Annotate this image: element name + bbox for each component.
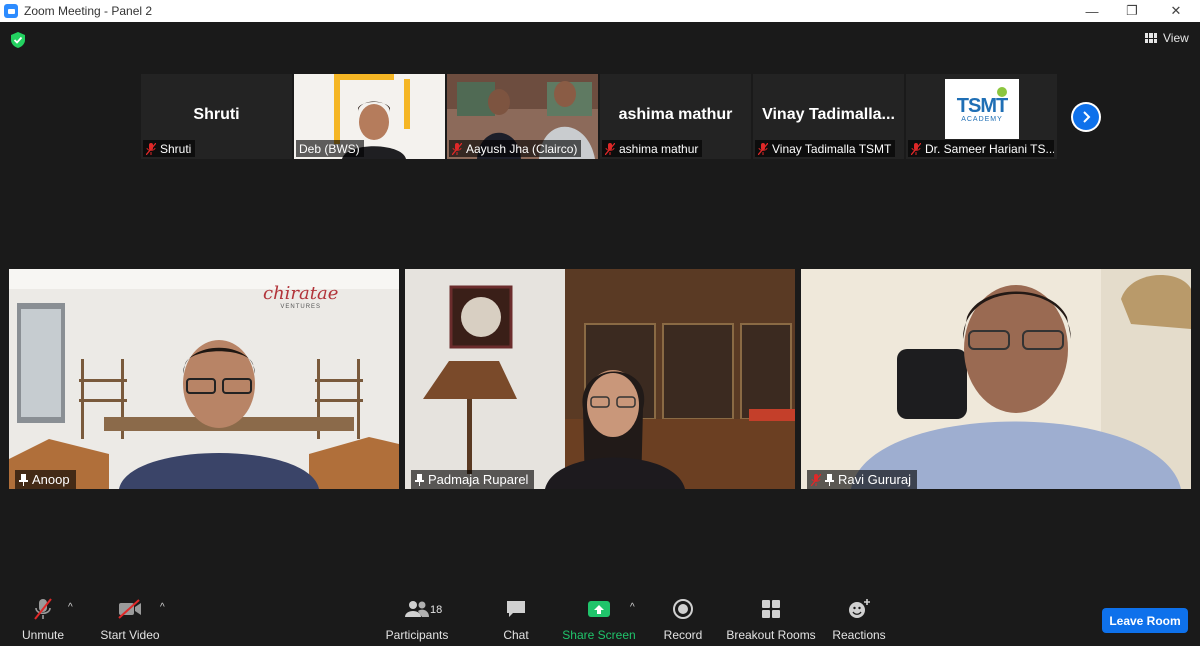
leave-room-button[interactable]: Leave Room <box>1102 608 1188 633</box>
video-feed <box>9 269 399 489</box>
participant-tile-shruti[interactable]: Shruti Shruti <box>141 74 292 159</box>
participant-name: Deb (BWS) <box>299 141 360 156</box>
next-page-button[interactable] <box>1071 102 1101 132</box>
mic-muted-icon <box>452 142 462 155</box>
mic-off-icon <box>34 598 52 620</box>
chat-button[interactable]: Chat <box>496 594 536 646</box>
reactions-label: Reactions <box>832 628 886 642</box>
brand-subtext: VENTURES <box>280 304 322 310</box>
video-feed <box>405 269 795 489</box>
start-video-button[interactable]: Start Video <box>98 594 162 646</box>
breakout-rooms-label: Breakout Rooms <box>726 628 816 642</box>
unmute-label: Unmute <box>21 628 65 642</box>
mic-muted-icon <box>605 142 615 155</box>
title-bar: Zoom Meeting - Panel 2 — ❐ ✕ <box>0 0 1200 22</box>
brand-text: chiratae <box>263 283 339 304</box>
participant-name-tag: Dr. Sameer Hariani TS... <box>908 140 1054 157</box>
participant-name: ashima mathur <box>619 141 699 156</box>
view-button[interactable]: View <box>1139 27 1195 49</box>
participant-name-tag: Ravi Gururaj <box>807 470 917 489</box>
mic-muted-icon <box>758 142 768 155</box>
participant-name: Ravi Gururaj <box>838 472 911 487</box>
pin-icon <box>415 473 424 486</box>
reactions-icon <box>849 599 870 618</box>
start-video-label: Start Video <box>100 628 160 642</box>
participant-name: Anoop <box>32 472 70 487</box>
participant-name: Aayush Jha (Clairco) <box>466 141 578 156</box>
participants-count: 18 <box>430 604 443 616</box>
record-button[interactable]: Record <box>662 594 704 646</box>
video-off-icon <box>118 599 141 619</box>
participant-name-tag: Padmaja Ruparel <box>411 470 535 489</box>
participant-display-name: Vinay Tadimalla... <box>762 106 895 123</box>
breakout-rooms-button[interactable]: Breakout Rooms <box>726 594 816 646</box>
participant-tile-sameer[interactable]: TSMT ACADEMY Dr. Sameer Hariani TS... <box>906 74 1057 159</box>
share-screen-icon <box>588 601 610 617</box>
participant-name-tag: ashima mathur <box>602 140 703 157</box>
unmute-button[interactable]: Unmute <box>18 594 68 646</box>
video-feed <box>801 269 1191 489</box>
mic-muted-icon <box>811 473 821 486</box>
record-label: Record <box>663 628 703 642</box>
participants-label: Participants <box>385 628 449 642</box>
zoom-window: Zoom Meeting - Panel 2 — ❐ ✕ View Shruti… <box>0 0 1200 646</box>
participant-name-tag: Vinay Tadimalla TSMT <box>755 140 896 157</box>
chat-label: Chat <box>503 628 529 642</box>
share-screen-label: Share Screen <box>562 628 636 642</box>
audio-options-caret[interactable]: ^ <box>68 602 73 613</box>
participant-tile-aayush[interactable]: Aayush Jha (Clairco) <box>447 74 598 159</box>
breakout-rooms-icon <box>762 600 780 618</box>
video-tile-padmaja[interactable]: Padmaja Ruparel <box>405 269 795 489</box>
participant-name-tag: Anoop <box>15 470 76 489</box>
chat-icon <box>507 601 525 617</box>
view-label: View <box>1163 31 1189 45</box>
video-tile-ravi[interactable]: Ravi Gururaj <box>801 269 1191 489</box>
zoom-app-icon <box>4 4 18 18</box>
video-options-caret[interactable]: ^ <box>160 602 165 613</box>
chevron-right-icon <box>1083 111 1091 123</box>
record-icon <box>673 599 693 619</box>
participants-button[interactable]: 18 Participants <box>384 594 450 646</box>
tsmt-logo: TSMT ACADEMY <box>945 79 1019 139</box>
pin-icon <box>825 473 834 486</box>
pin-icon <box>19 473 28 486</box>
participant-tile-vinay[interactable]: Vinay Tadimalla... Vinay Tadimalla TSMT <box>753 74 904 159</box>
share-options-caret[interactable]: ^ <box>630 602 635 613</box>
mic-muted-icon <box>911 142 921 155</box>
participant-name-tag: Aayush Jha (Clairco) <box>449 140 582 157</box>
participant-name: Shruti <box>160 141 192 156</box>
participant-name: Vinay Tadimalla TSMT <box>772 141 892 156</box>
minimize-button[interactable]: — <box>1072 0 1112 22</box>
mic-muted-icon <box>146 142 156 155</box>
logo-text: TSMT <box>956 94 1008 117</box>
video-tile-anoop[interactable]: chiratae VENTURES Anoop <box>9 269 399 489</box>
logo-subtext: ACADEMY <box>961 115 1003 123</box>
participant-name-tag: Deb (BWS) <box>296 140 364 157</box>
maximize-button[interactable]: ❐ <box>1112 0 1152 22</box>
participant-name: Padmaja Ruparel <box>428 472 529 487</box>
participant-display-name: Shruti <box>193 106 240 123</box>
shield-check-icon[interactable] <box>11 32 25 48</box>
participant-name-tag: Shruti <box>143 140 196 157</box>
share-screen-button[interactable]: Share Screen <box>562 594 636 646</box>
participants-icon <box>405 601 429 617</box>
participant-display-name: ashima mathur <box>618 106 733 123</box>
reactions-button[interactable]: Reactions <box>832 594 886 646</box>
participant-name: Dr. Sameer Hariani TS... <box>925 141 1054 156</box>
logo-leaf <box>997 87 1007 97</box>
close-button[interactable]: ✕ <box>1156 0 1196 22</box>
wall-brand: chiratae VENTURES <box>263 283 338 310</box>
window-title: Zoom Meeting - Panel 2 <box>24 4 153 18</box>
participant-tile-ashima[interactable]: ashima mathur ashima mathur <box>600 74 751 159</box>
participant-tile-deb[interactable]: Deb (BWS) <box>294 74 445 159</box>
meeting-toolbar: Unmute ^ Start Video ^ 18 Participants C… <box>0 594 1200 646</box>
grid-view-icon <box>1145 33 1157 43</box>
